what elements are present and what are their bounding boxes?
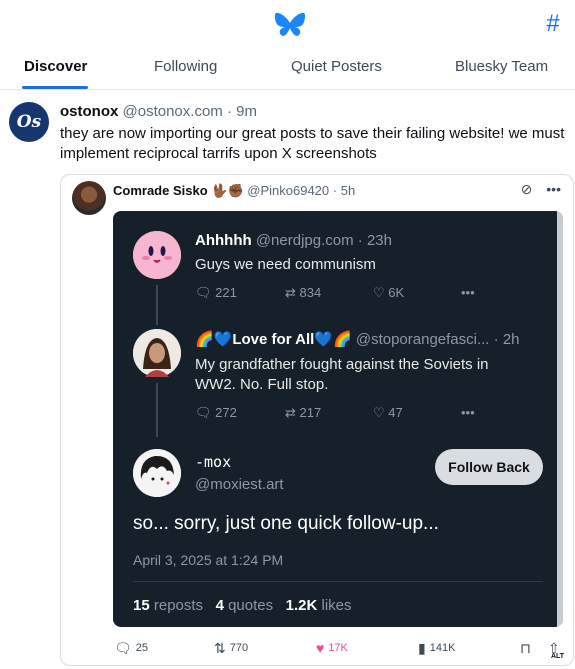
repost-button[interactable]: ⇅ 770 xyxy=(214,640,248,657)
tweet2-text: My grandfather fought against the Soviet… xyxy=(195,356,489,393)
more-icon: ••• xyxy=(461,405,475,420)
heart-icon: ♡ xyxy=(373,285,385,300)
feeds-hash-icon[interactable]: # xyxy=(540,11,566,37)
tweet2-name: 🌈💙Love for All💙🌈 xyxy=(195,331,352,348)
thread-line xyxy=(156,383,158,437)
tab-following[interactable]: Following xyxy=(154,58,217,75)
bar-chart-icon: ▮ xyxy=(418,640,426,656)
views-count: 141K xyxy=(429,642,456,654)
separator-dot: · xyxy=(332,183,338,198)
quote-card[interactable]: Comrade Sisko 🖖🏾✊🏾 @Pinko69420 · 5h ⊘ ••… xyxy=(60,174,574,666)
tweet1-reposts: 834 xyxy=(299,285,322,300)
tweet2-time: 2h xyxy=(502,331,520,348)
tweet1-handle: @nerdjpg.com xyxy=(255,232,354,249)
post-actions: 🗨 25 ⇅ 770 ♥ 17K ▮ 141K ⊓ ⇧ xyxy=(60,640,574,662)
quote-author-name: Comrade Sisko xyxy=(113,183,208,198)
heart-icon: ♡ xyxy=(373,405,385,420)
woman-avatar xyxy=(133,329,181,377)
tweet1-name: Ahhhhh xyxy=(195,232,252,249)
top-bar: # xyxy=(0,0,575,44)
tab-bluesky-team[interactable]: Bluesky Team xyxy=(455,58,548,75)
tweet3-counts: 15 reposts 4 quotes 1.2K likes xyxy=(133,597,352,614)
author-handle[interactable]: @ostonox.com xyxy=(123,103,223,120)
active-tab-indicator xyxy=(22,86,88,89)
tweet1-replies: 221 xyxy=(215,285,237,300)
reposts-label: reposts xyxy=(153,597,204,614)
reposts-count: 15 xyxy=(133,597,150,614)
retweet-icon: ⇄ xyxy=(285,405,296,420)
tweet1-header: Ahhhhh @nerdjpg.com · 23h xyxy=(195,232,392,249)
like-count: 17K xyxy=(328,642,348,654)
quote-header: Comrade Sisko 🖖🏾✊🏾 @Pinko69420 · 5h xyxy=(113,183,355,199)
slash-circle-icon[interactable]: ⊘ xyxy=(521,181,533,197)
tweet1-likes: 6K xyxy=(388,285,405,300)
screenshot-edge xyxy=(557,211,563,627)
reply-button[interactable]: 🗨 25 xyxy=(114,640,148,657)
alt-badge[interactable]: ALT xyxy=(551,653,564,660)
likes-label: likes xyxy=(321,597,352,614)
more-icon: ••• xyxy=(461,285,475,300)
reply-icon: 🗨 xyxy=(114,640,132,656)
tweet3-text: so... sorry, just one quick follow-up... xyxy=(133,513,439,534)
repost-count: 770 xyxy=(229,642,249,654)
bookmark-icon: ⊓ xyxy=(520,640,531,656)
post-header: ostonox @ostonox.com · 9m xyxy=(60,103,257,120)
reply-icon: 🗨 xyxy=(195,285,212,300)
retweet-icon: ⇄ xyxy=(285,285,296,300)
separator-dot: · xyxy=(493,331,499,348)
mox-avatar xyxy=(133,449,181,497)
butterfly-logo-icon[interactable] xyxy=(274,11,306,39)
follow-back-button: Follow Back xyxy=(435,449,543,485)
post-time[interactable]: 9m xyxy=(236,103,257,120)
tweet1-text: Guys we need communism xyxy=(195,256,376,273)
tweet2-handle: @stoporangefasci... xyxy=(355,331,490,348)
author-name[interactable]: ostonox xyxy=(60,103,118,120)
quotes-label: quotes xyxy=(228,597,274,614)
quote-author-emoji: 🖖🏾✊🏾 xyxy=(211,183,244,198)
tweet3-name: -mox xyxy=(195,453,232,471)
separator-dot: · xyxy=(226,103,232,120)
heart-filled-icon: ♥ xyxy=(316,640,325,656)
more-options-icon[interactable]: ••• xyxy=(546,181,561,197)
bookmark-button[interactable]: ⊓ xyxy=(520,640,535,657)
feed-tabs: Discover Following Quiet Posters Bluesky… xyxy=(0,52,575,90)
like-button[interactable]: ♥ 17K xyxy=(316,640,348,656)
thread-line xyxy=(156,285,158,325)
tweet3-handle-row: @moxiest.art xyxy=(195,476,284,493)
quote-time: 5h xyxy=(340,183,356,198)
avatar[interactable]: Os xyxy=(9,102,49,142)
tab-discover[interactable]: Discover xyxy=(24,58,87,75)
quotes-count: 4 xyxy=(215,597,224,614)
tweet3-date: April 3, 2025 at 1:24 PM xyxy=(133,552,284,568)
tweet1-time: 23h xyxy=(366,232,392,249)
reply-count: 25 xyxy=(135,642,149,654)
separator-dot: · xyxy=(357,232,363,249)
tweet3-handle: @moxiest.art xyxy=(195,476,284,493)
likes-count: 1.2K xyxy=(285,597,318,614)
tweet2-likes: 47 xyxy=(388,405,403,420)
reply-icon: 🗨 xyxy=(195,405,212,420)
kirby-avatar xyxy=(133,231,181,279)
views-button[interactable]: ▮ 141K xyxy=(418,640,455,657)
divider xyxy=(133,581,543,582)
tweet2-replies: 272 xyxy=(215,405,237,420)
post-text: they are now importing our great posts t… xyxy=(60,125,565,162)
tweet2-header: 🌈💙Love for All💙🌈 @stoporangefasci... · 2… xyxy=(195,330,520,348)
tweet2-stats: 🗨 272 ⇄ 217 ♡ 47 ••• xyxy=(195,405,545,425)
quote-avatar xyxy=(72,181,106,215)
embedded-screenshot-image[interactable]: Ahhhhh @nerdjpg.com · 23h Guys we need c… xyxy=(113,211,563,627)
repost-icon: ⇅ xyxy=(214,640,226,656)
quote-author-handle: @Pinko69420 xyxy=(247,183,330,198)
tweet2-reposts: 217 xyxy=(299,405,322,420)
tweet3-header: -mox xyxy=(195,453,231,471)
quote-icons: ⊘ ••• xyxy=(511,181,561,198)
tweet1-stats: 🗨 221 ⇄ 834 ♡ 6K ••• xyxy=(195,285,545,305)
tab-quiet-posters[interactable]: Quiet Posters xyxy=(291,58,382,75)
